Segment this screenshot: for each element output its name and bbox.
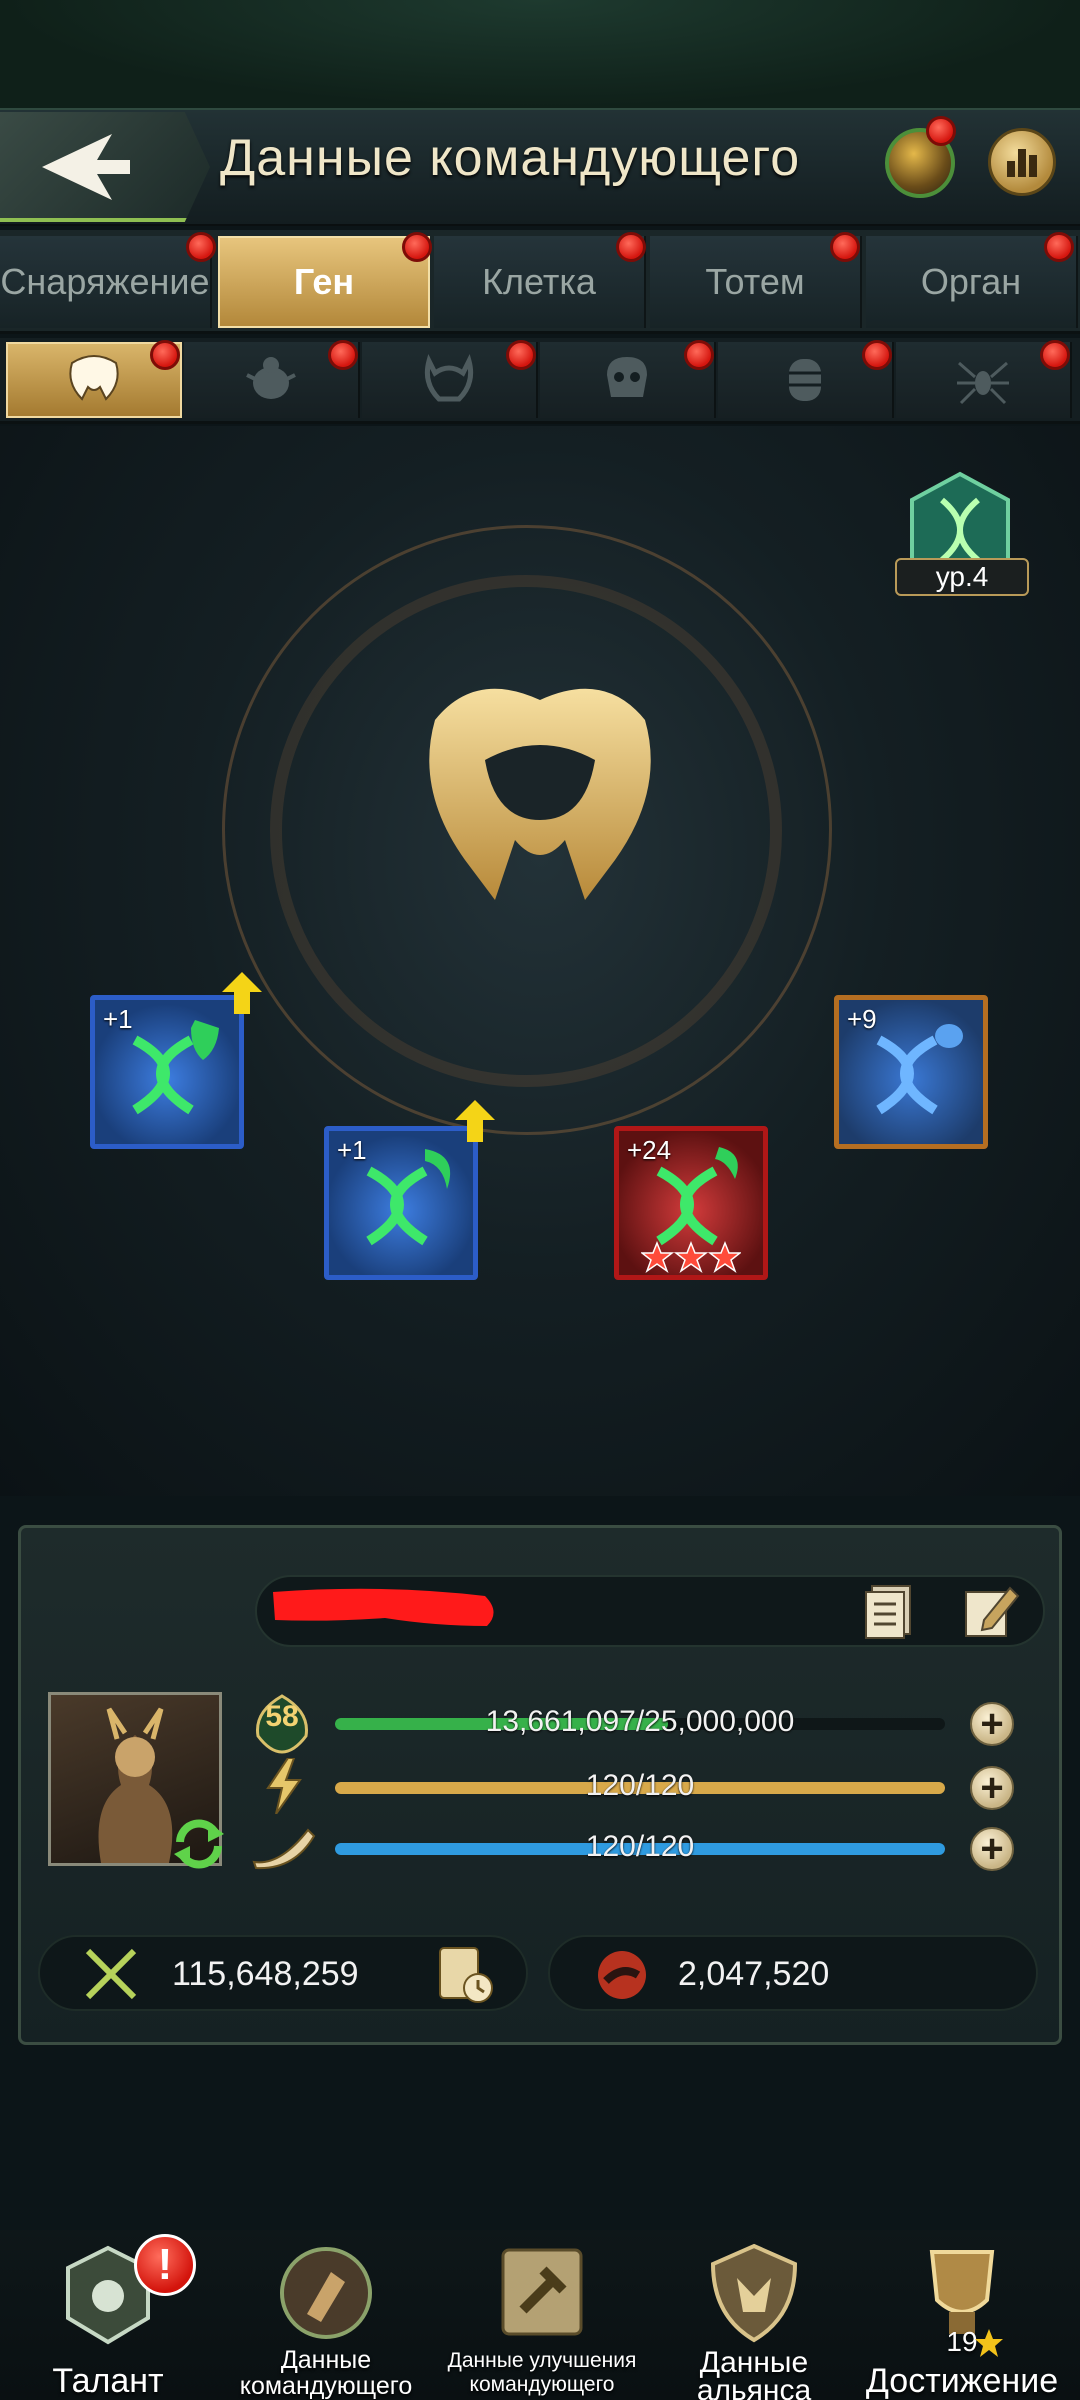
tab-badge [186, 232, 216, 262]
achievement-count: 19 [946, 2326, 978, 2357]
stamina-text: 120/120 [585, 1830, 695, 1863]
energy-text: 120/120 [585, 1769, 695, 1802]
edit-icon[interactable] [962, 1582, 1020, 1640]
subtab-badge [684, 340, 714, 370]
horn-mask-emblem-icon [429, 688, 651, 900]
star-icon [975, 2329, 1003, 2357]
nav-achievement[interactable]: 19 Достижение [862, 2236, 1062, 2400]
exp-text: 13,661,097/25,000,000 [485, 1705, 795, 1738]
refresh-icon[interactable] [168, 1812, 230, 1874]
page-title: Данные командующего [220, 129, 801, 187]
kill-count-icon [598, 1951, 646, 1999]
nav-alliance-data-label-2: альянса [696, 2374, 812, 2400]
nav-talent-label: Талант [52, 2362, 164, 2400]
gene-card[interactable]: +9 [834, 995, 988, 1149]
subtab-badge [1040, 340, 1070, 370]
hammer-scroll-icon [501, 2248, 583, 2336]
subtab-badge [862, 340, 892, 370]
name-redaction [273, 1588, 494, 1626]
add-exp-button[interactable]: + [970, 1702, 1014, 1746]
alert-badge-icon: ! [134, 2234, 196, 2296]
rating-stars-icon [641, 1241, 741, 1273]
upgrade-arrow-icon [222, 972, 262, 1014]
tab-cell[interactable]: Клетка [434, 236, 646, 328]
commander-level: 58 [265, 1700, 299, 1733]
upgrade-arrow-icon [455, 1100, 495, 1142]
nav-achievement-label: Достижение [865, 2362, 1059, 2400]
notification-badge [926, 116, 956, 146]
subtab-badge [150, 340, 180, 370]
gene-level: +24 [627, 1135, 672, 1165]
gene-level: +9 [847, 1004, 877, 1034]
commander-data-icon [280, 2247, 372, 2339]
larva-icon [789, 359, 821, 401]
alliance-shield-icon [710, 2243, 798, 2343]
claw-icon [424, 354, 474, 402]
ranking-button[interactable] [988, 128, 1056, 196]
nav-commander-data[interactable]: Данные командующего [226, 2236, 426, 2400]
add-stamina-button[interactable]: + [970, 1827, 1014, 1871]
tab-badge [616, 232, 646, 262]
gene-card[interactable]: +1 [90, 995, 244, 1149]
tab-badge [830, 232, 860, 262]
subtab-badge [328, 340, 358, 370]
tab-equipment[interactable]: Снаряжение [0, 236, 212, 328]
gene-level: +1 [103, 1004, 133, 1034]
nav-alliance-data[interactable]: Данные альянса [654, 2236, 854, 2400]
scroll-clock-icon[interactable] [432, 1942, 496, 2006]
gene-card[interactable]: +24 [614, 1126, 768, 1280]
nav-upgrade-data-label-2: командующего [469, 2373, 615, 2396]
add-energy-button[interactable]: + [970, 1766, 1014, 1810]
subtab-badge [506, 340, 536, 370]
horn-icon [252, 1828, 316, 1870]
nav-upgrade-data-label-1: Данные улучшения [447, 2349, 637, 2372]
nav-commander-data-label-2: командующего [239, 2372, 413, 2400]
beetle-icon [246, 357, 296, 399]
main-tabs: Снаряжение Ген Клетка Тотем Орган [0, 230, 1080, 334]
tab-badge [1044, 232, 1074, 262]
tab-badge [402, 232, 432, 262]
tab-gene[interactable]: Ген [218, 236, 430, 328]
gene-level-label: ур.4 [895, 558, 1029, 596]
nav-upgrade-data[interactable]: Данные улучшения командующего [442, 2236, 642, 2400]
power-value: 115,648,259 [172, 1955, 359, 1993]
crossed-swords-icon [85, 1948, 137, 2000]
back-arrow-icon [42, 134, 130, 200]
gene-card[interactable]: +1 [324, 1126, 478, 1280]
gene-level: +1 [337, 1135, 367, 1165]
document-icon[interactable] [862, 1582, 916, 1640]
back-button[interactable] [0, 112, 210, 222]
horn-mask-icon [69, 355, 119, 401]
lightning-icon [266, 1758, 302, 1814]
skull-icon [607, 357, 647, 397]
kills-value: 2,047,520 [678, 1955, 830, 1993]
spider-icon [957, 361, 1009, 405]
bar-chart-icon [1007, 149, 1037, 177]
nav-commander-data-label-1: Данные [280, 2346, 372, 2374]
top-banner [0, 0, 1080, 108]
